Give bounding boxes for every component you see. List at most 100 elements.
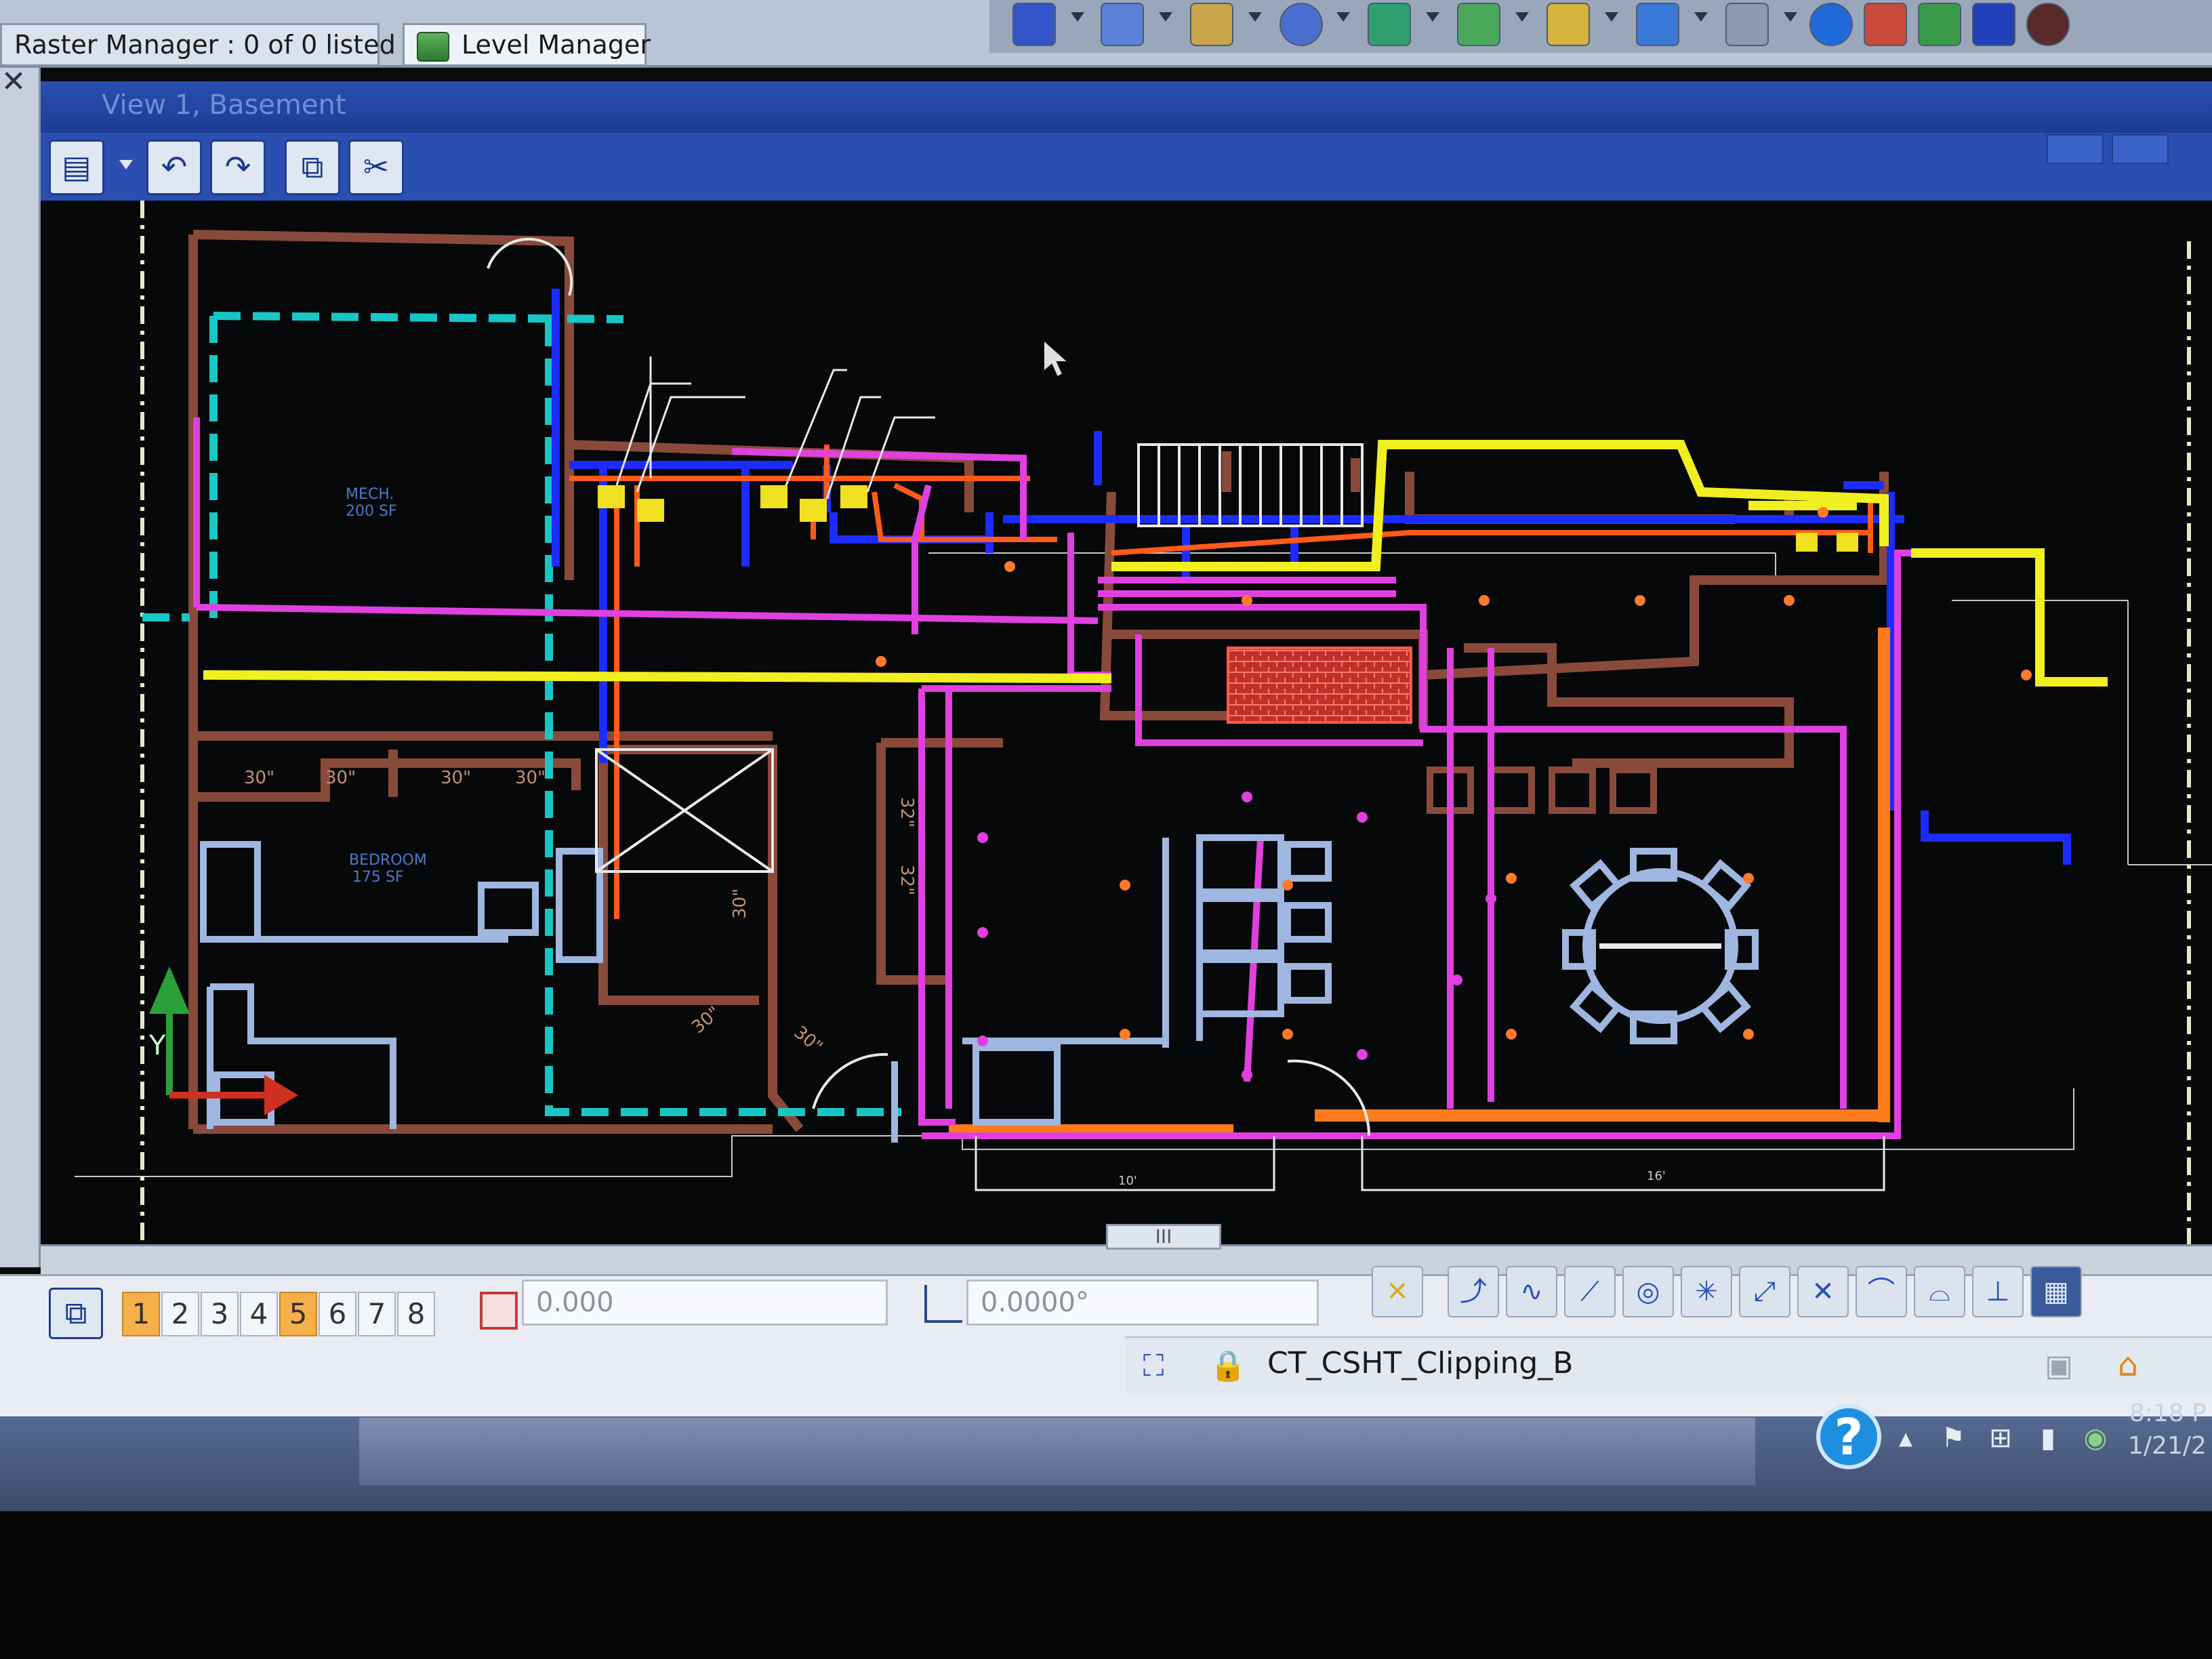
dropdown-arrow-icon[interactable] bbox=[1159, 12, 1172, 22]
bar-stools bbox=[1427, 766, 1657, 814]
view-button-5[interactable]: 5 bbox=[279, 1292, 317, 1336]
clock-date: 1/21/2 bbox=[2128, 1432, 2207, 1460]
level-stack-icon[interactable] bbox=[1457, 3, 1500, 46]
dim-label: 30" bbox=[730, 888, 750, 919]
room-area-bedroom: 175 SF bbox=[352, 869, 404, 886]
info-icon[interactable] bbox=[1809, 3, 1853, 46]
dim-label: 30" bbox=[515, 768, 546, 788]
snap-tangent-point-icon[interactable]: ⌓ bbox=[1914, 1266, 1965, 1317]
taskbar-region bbox=[359, 1418, 1755, 1486]
floor-plan-drawing: Y MECH. 200 SF BEDROOM 175 SF 30" 30" 30… bbox=[75, 201, 2212, 1244]
undo-view-icon[interactable]: ↶ bbox=[146, 140, 202, 195]
raster-manager-tab[interactable]: Raster Manager : 0 of 0 listed bbox=[0, 23, 396, 66]
network-icon[interactable]: ◉ bbox=[2081, 1422, 2110, 1454]
dropdown-arrow-icon[interactable] bbox=[1336, 12, 1350, 22]
distance-field[interactable]: 0.000 bbox=[522, 1279, 888, 1326]
text-tool-icon[interactable] bbox=[1190, 3, 1233, 46]
lock-icon[interactable]: 🔒 bbox=[1209, 1349, 1247, 1384]
dim-label: 30" bbox=[325, 768, 356, 788]
view-button-3[interactable]: 3 bbox=[201, 1292, 239, 1336]
dropdown-arrow-icon[interactable] bbox=[1071, 12, 1084, 22]
windows-icon[interactable]: ⊞ bbox=[1986, 1422, 2015, 1454]
angle-field[interactable]: 0.0000° bbox=[966, 1279, 1319, 1326]
snap-toggle-icon[interactable]: ✕ bbox=[1372, 1266, 1423, 1317]
action-center-icon[interactable]: ⚑ bbox=[1938, 1422, 1968, 1454]
clip-volume-icon[interactable]: ✂ bbox=[348, 140, 404, 195]
show-hidden-icons-icon[interactable]: ▴ bbox=[1891, 1422, 1921, 1454]
model-icon[interactable] bbox=[1972, 3, 2015, 46]
snap-center-icon[interactable]: ◎ bbox=[1622, 1266, 1674, 1317]
cyan-zone-outline bbox=[142, 312, 901, 1116]
fit-view-icon[interactable]: ⛶ bbox=[1134, 1349, 1172, 1384]
dropdown-arrow-icon[interactable] bbox=[1248, 12, 1262, 22]
snap-tangent-icon[interactable]: ⌒ bbox=[1856, 1266, 1907, 1317]
window-area-icon[interactable] bbox=[1101, 3, 1144, 46]
view-button-8[interactable]: 8 bbox=[397, 1292, 435, 1336]
view-groups-icon[interactable]: ⧉ bbox=[49, 1288, 103, 1339]
level-manager-tab[interactable]: Level Manager bbox=[403, 23, 651, 66]
dropdown-arrow-icon[interactable] bbox=[119, 160, 133, 169]
terrain-icon[interactable] bbox=[1368, 3, 1411, 46]
drawing-canvas[interactable]: Y MECH. 200 SF BEDROOM 175 SF 30" 30" 30… bbox=[41, 201, 2212, 1244]
view-button-1[interactable]: 1 bbox=[122, 1292, 160, 1336]
view-button-2[interactable]: 2 bbox=[161, 1292, 199, 1336]
svg-text:Y: Y bbox=[148, 1030, 166, 1061]
snap-keypoint-icon[interactable]: ⤴ bbox=[1448, 1266, 1499, 1317]
dropdown-arrow-icon[interactable] bbox=[1694, 12, 1708, 22]
view-attributes-icon[interactable]: ▤ bbox=[49, 140, 104, 195]
cube-icon[interactable] bbox=[1725, 3, 1769, 46]
dim-label: 30" bbox=[244, 768, 274, 788]
raster-manager-label: Raster Manager : 0 of 0 listed bbox=[14, 30, 396, 60]
room-label-bedroom: BEDROOM bbox=[349, 852, 427, 869]
scrollbar-thumb[interactable]: III bbox=[1106, 1224, 1221, 1250]
level-manager-icon bbox=[417, 31, 449, 62]
view-button-4[interactable]: 4 bbox=[240, 1292, 278, 1336]
view-button-6[interactable]: 6 bbox=[319, 1292, 356, 1336]
dropdown-arrow-icon[interactable] bbox=[1515, 12, 1529, 22]
globe-icon[interactable] bbox=[1279, 3, 1323, 46]
dropdown-arrow-icon[interactable] bbox=[1784, 12, 1797, 22]
view-title: View 1, Basement bbox=[102, 89, 346, 121]
fireplace bbox=[1227, 647, 1412, 724]
system-clock[interactable]: 8:18 P 1/21/2 bbox=[2128, 1397, 2207, 1462]
snap-origin-icon[interactable]: ✳ bbox=[1681, 1266, 1732, 1317]
redo-view-icon[interactable]: ↷ bbox=[210, 140, 266, 195]
sheet-icon[interactable] bbox=[1918, 3, 1961, 46]
battery-icon[interactable]: ▮ bbox=[2033, 1422, 2063, 1454]
light-icon[interactable] bbox=[1636, 3, 1679, 46]
copy-view-icon[interactable]: ⧉ bbox=[285, 140, 340, 195]
view-button-7[interactable]: 7 bbox=[358, 1292, 396, 1336]
model-icon[interactable]: ▣ bbox=[2040, 1349, 2078, 1384]
room-area-mech: 200 SF bbox=[346, 503, 397, 520]
snap-nearest-icon[interactable]: ⟋ bbox=[1564, 1266, 1616, 1317]
snap-bisector-icon[interactable]: ⤢ bbox=[1739, 1266, 1790, 1317]
dropdown-arrow-icon[interactable] bbox=[1426, 12, 1439, 22]
close-icon[interactable]: ✕ bbox=[0, 65, 27, 99]
room-label-mech: MECH. bbox=[346, 486, 394, 503]
distance-icon bbox=[480, 1292, 518, 1330]
stairs bbox=[1137, 443, 1364, 527]
select-tool-icon[interactable] bbox=[1012, 3, 1056, 46]
render-icon[interactable] bbox=[2026, 3, 2070, 46]
status-message: CT_CSHT_Clipping_B bbox=[1267, 1346, 1574, 1380]
left-tool-panel bbox=[0, 68, 41, 1267]
maximize-button[interactable] bbox=[2112, 134, 2169, 164]
home-icon[interactable]: ⌂ bbox=[2108, 1346, 2148, 1384]
monitor-bezel bbox=[0, 1511, 2212, 1659]
snap-grid-icon[interactable]: ▦ bbox=[2030, 1266, 2082, 1317]
level-manager-label: Level Manager bbox=[462, 30, 651, 60]
snap-midpoint-icon[interactable]: ∿ bbox=[1506, 1266, 1557, 1317]
dim-label: 32" bbox=[897, 797, 917, 827]
dim-label: 30" bbox=[688, 1002, 724, 1038]
angle-icon bbox=[924, 1285, 962, 1323]
yellow-lines bbox=[203, 440, 2108, 687]
clock-time: 8:18 P bbox=[2129, 1399, 2207, 1427]
camera-icon[interactable] bbox=[1864, 3, 1907, 46]
dropdown-arrow-icon[interactable] bbox=[1605, 12, 1618, 22]
snap-perpendicular-icon[interactable]: ⊥ bbox=[1972, 1266, 2024, 1317]
snap-intersection-icon[interactable]: ✕ bbox=[1797, 1266, 1849, 1317]
dim-label: 30" bbox=[790, 1022, 827, 1057]
help-icon[interactable]: ? bbox=[1816, 1404, 1881, 1469]
minimize-button[interactable] bbox=[2047, 134, 2104, 164]
layers-icon[interactable] bbox=[1547, 3, 1590, 46]
